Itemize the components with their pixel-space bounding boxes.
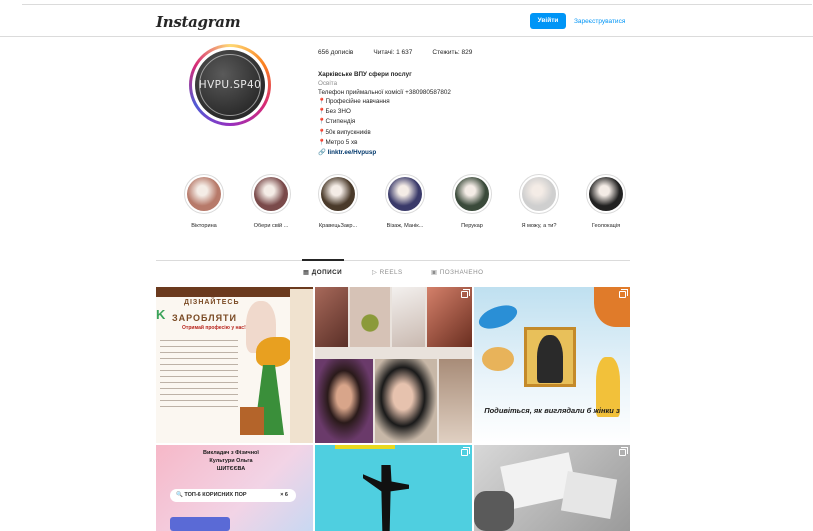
highlight-cover xyxy=(318,174,358,214)
silhouette-figure xyxy=(363,465,409,531)
post-caption: Подивіться, як виглядали б жінки з xyxy=(484,406,620,415)
tab-tagged[interactable]: ▣ ПОЗНАЧЕНО xyxy=(431,269,484,276)
collage-tile xyxy=(315,359,373,443)
avatar-ring-inner: HVPU.SP40 xyxy=(192,47,268,123)
story-highlights: Вікторина Обери свій ... КравецьЗакр... … xyxy=(174,174,634,234)
highlight-label: Я можу, а ти? xyxy=(521,223,557,229)
tab-reels[interactable]: ▷ REELS xyxy=(372,269,403,276)
collage-tile xyxy=(392,287,425,347)
highlight-item[interactable]: Перукар xyxy=(442,174,502,229)
instagram-logo[interactable]: Instagram xyxy=(156,13,241,31)
highlight-label: Візаж, Манік... xyxy=(386,223,424,229)
bio-line: 📍50к випускників xyxy=(318,128,371,136)
search-icon: 🔍 xyxy=(176,492,183,498)
tabs-divider xyxy=(156,260,630,261)
poster-heading: ДІЗНАЙТЕСЬ xyxy=(184,299,240,306)
poster-subheading: ЗАРОБЛЯТИ xyxy=(172,313,238,323)
hand-shape xyxy=(474,491,514,531)
highlight-label: КравецьЗакр... xyxy=(318,223,358,229)
post-thumbnail[interactable] xyxy=(474,445,630,531)
collage-tile xyxy=(375,359,437,443)
link-icon: 🔗 xyxy=(318,148,326,156)
post-thumbnail[interactable] xyxy=(315,445,472,531)
top-navbar: Instagram Увійти Зареєструватися xyxy=(0,5,813,37)
post-thumbnail[interactable] xyxy=(315,287,472,443)
highlight-label: Перукар xyxy=(461,223,483,229)
top-stripe xyxy=(335,445,395,449)
poster-letter-k: K xyxy=(156,307,166,322)
followers-count[interactable]: Читачі: 1 637 xyxy=(373,49,412,56)
highlight-item[interactable]: Я можу, а ти? xyxy=(509,174,569,229)
post-thumbnail[interactable]: ДІЗНАЙТЕСЬ K ЗАРОБЛЯТИ Отримай професію … xyxy=(156,287,313,443)
highlight-item[interactable]: Візаж, Манік... xyxy=(375,174,435,229)
highlight-cover xyxy=(519,174,559,214)
avatar-image: HVPU.SP40 xyxy=(195,50,265,120)
bio-line: 📍Стипендія xyxy=(318,118,356,126)
reels-icon: ▷ xyxy=(372,269,378,276)
collage-tile xyxy=(350,287,390,347)
grid-icon: ▦ xyxy=(303,269,310,276)
bio-phone: Телефон приймальної комісії +38098058780… xyxy=(318,89,451,97)
bio-line: 📍Метро 5 хв xyxy=(318,138,358,146)
highlight-cover xyxy=(452,174,492,214)
poster-accent-block xyxy=(240,407,264,435)
post-caption: Викладач з Фізичної Культури Ольга ШИТЄЄ… xyxy=(203,450,259,472)
post-thumbnail[interactable]: Викладач з Фізичної Культури Ольга ШИТЄЄ… xyxy=(156,445,313,531)
bio-link-row[interactable]: 🔗 linktr.ee/Hvpusp xyxy=(318,148,451,157)
multi-post-icon xyxy=(461,447,470,456)
highlight-item[interactable]: Обери свій ... xyxy=(241,174,301,229)
highlight-item[interactable]: Вікторина xyxy=(174,174,234,229)
posts-count: 656 дописів xyxy=(318,49,354,56)
multi-post-icon xyxy=(461,289,470,298)
collage-tile xyxy=(315,287,348,347)
art-portrait xyxy=(537,335,563,383)
highlight-label: Обери свій ... xyxy=(253,223,289,229)
highlight-item[interactable]: Геолокація xyxy=(576,174,636,229)
profile-category: Освіта xyxy=(318,80,338,88)
profile-avatar[interactable]: HVPU.SP40 xyxy=(189,44,271,126)
profile-name: Харківське ВПУ сфери послуг xyxy=(318,71,412,78)
paper-sheet xyxy=(560,470,618,520)
following-count[interactable]: Стежить: 829 xyxy=(432,49,472,56)
post-thumbnail[interactable]: Подивіться, як виглядали б жінки з xyxy=(474,287,630,443)
highlight-cover xyxy=(251,174,291,214)
highlight-cover xyxy=(184,174,224,214)
highlight-label: Геолокація xyxy=(591,223,621,229)
close-icon: × 6 xyxy=(280,492,288,498)
highlight-cover xyxy=(586,174,626,214)
poster-bow xyxy=(256,337,292,367)
profile-bio: Харківське ВПУ сфери послуг Освіта Телеф… xyxy=(318,70,451,157)
highlight-item[interactable]: КравецьЗакр... xyxy=(308,174,368,229)
search-bar-graphic: 🔍 ТОП-6 КОРИСНИХ ПОР × 6 xyxy=(170,489,296,502)
bio-line: 📍Професійне навчання xyxy=(318,98,390,106)
poster-side-strip xyxy=(290,289,313,443)
avatar-text: HVPU.SP40 xyxy=(198,79,262,91)
multi-post-icon xyxy=(619,447,628,456)
highlight-label: Вікторина xyxy=(191,223,217,229)
card-block xyxy=(170,517,230,531)
tagged-icon: ▣ xyxy=(431,269,438,276)
profile-stats: 656 дописів Читачі: 1 637 Стежить: 829 xyxy=(318,49,492,56)
signup-link[interactable]: Зареєструватися xyxy=(574,18,625,25)
bio-line: 📍Без ЗНО xyxy=(318,108,351,116)
poster-caption: Отримай професію у нас! xyxy=(182,325,246,331)
tab-posts[interactable]: ▦ ДОПИСИ xyxy=(303,269,342,276)
palette-icon xyxy=(482,347,514,371)
collage-tile xyxy=(439,359,472,443)
poster-body-text xyxy=(160,337,238,412)
highlight-cover xyxy=(385,174,425,214)
bio-link[interactable]: linktr.ee/Hvpusp xyxy=(328,149,377,156)
login-button[interactable]: Увійти xyxy=(530,13,566,29)
active-tab-indicator xyxy=(302,259,344,261)
multi-post-icon xyxy=(619,289,628,298)
